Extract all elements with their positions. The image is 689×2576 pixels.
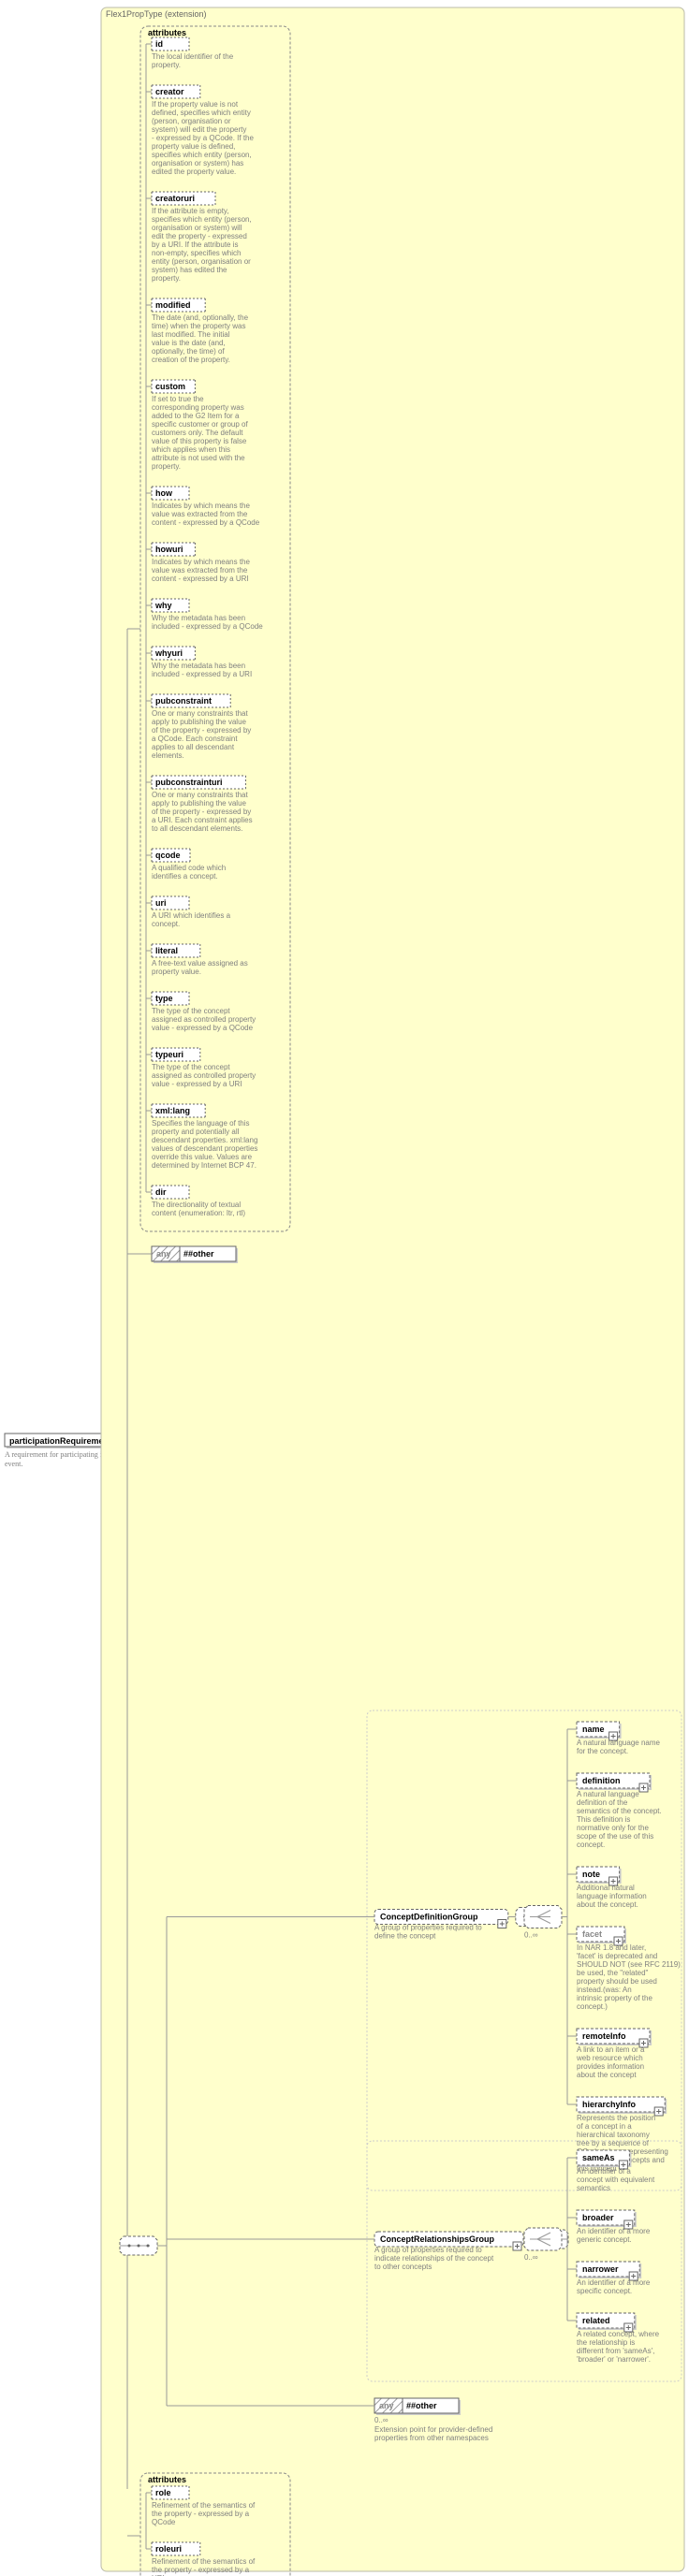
svg-text:typeuri: typeuri <box>155 1050 183 1059</box>
svg-text:participationRequirement: participationRequirement <box>9 1436 111 1446</box>
svg-text:uri: uri <box>155 898 167 908</box>
svg-text:any: any <box>379 2401 394 2410</box>
svg-text:pubconstraint: pubconstraint <box>155 696 212 706</box>
svg-text:definition: definition <box>582 1776 621 1785</box>
svg-text:ConceptRelationshipsGroup: ConceptRelationshipsGroup <box>380 2234 495 2244</box>
svg-text:Indicates by which means theva: Indicates by which means thevalue was ex… <box>152 558 250 583</box>
svg-text:##other: ##other <box>406 2401 437 2410</box>
svg-text:type: type <box>155 994 173 1003</box>
svg-text:modified: modified <box>155 300 191 310</box>
attributes-label: attributes <box>148 28 186 37</box>
svg-text:literal: literal <box>155 946 178 955</box>
svg-text:id: id <box>155 39 163 49</box>
svg-text:creator: creator <box>155 87 184 96</box>
svg-text:The directionality of textualc: The directionality of textualcontent (en… <box>152 1201 245 1217</box>
svg-text:Extension point for provider-d: Extension point for provider-definedprop… <box>374 2425 492 2442</box>
svg-text:Specifies the language of this: Specifies the language of thisproperty a… <box>152 1119 257 1170</box>
svg-text:attributes: attributes <box>148 2475 186 2484</box>
svg-text:narrower: narrower <box>582 2264 619 2274</box>
svg-text:role: role <box>155 2488 171 2497</box>
svg-text:xml:lang: xml:lang <box>155 1106 190 1115</box>
svg-text:If the property value is notde: If the property value is notdefined, spe… <box>152 100 254 176</box>
svg-text:hierarchyInfo: hierarchyInfo <box>582 2100 637 2109</box>
svg-text:note: note <box>582 1870 600 1879</box>
svg-text:##other: ##other <box>183 1249 214 1259</box>
svg-text:why: why <box>154 601 172 610</box>
svg-text:broader: broader <box>582 2213 614 2222</box>
svg-text:If set to true thecorrespondin: If set to true thecorresponding property… <box>151 395 248 471</box>
svg-text:any: any <box>156 1249 171 1259</box>
svg-text:Indicates by which means theva: Indicates by which means thevalue was ex… <box>152 502 260 527</box>
svg-text:qcode: qcode <box>155 851 181 860</box>
svg-text:Why the metadata has beeninclu: Why the metadata has beenincluded - expr… <box>152 662 252 678</box>
svg-text:A related concept, wherethe re: A related concept, wherethe relationship… <box>577 2330 660 2364</box>
svg-text:Refinement of the semantics of: Refinement of the semantics ofthe proper… <box>152 2557 256 2576</box>
svg-text:related: related <box>582 2316 610 2325</box>
svg-text:A link to an item or aweb reso: A link to an item or aweb resource which… <box>576 2045 645 2079</box>
svg-text:A qualified code whichidentifi: A qualified code whichidentifies a conce… <box>152 864 226 880</box>
svg-text:how: how <box>155 488 173 498</box>
svg-text:remoteInfo: remoteInfo <box>582 2031 626 2041</box>
svg-text:0..∞: 0..∞ <box>524 1931 538 1940</box>
svg-text:0..∞: 0..∞ <box>524 2253 538 2262</box>
svg-text:dir: dir <box>155 1187 167 1197</box>
svg-text:whyuri: whyuri <box>154 648 183 658</box>
extension-title: Flex1PropType (extension) <box>106 9 207 19</box>
svg-text:facet: facet <box>582 1929 602 1939</box>
svg-text:roleuri: roleuri <box>155 2544 182 2554</box>
svg-text:name: name <box>582 1725 605 1734</box>
svg-text:sameAs: sameAs <box>582 2153 615 2162</box>
svg-text:ConceptDefinitionGroup: ConceptDefinitionGroup <box>380 1913 478 1922</box>
svg-text:creatoruri: creatoruri <box>155 194 195 203</box>
svg-text:pubconstrainturi: pubconstrainturi <box>155 778 223 787</box>
svg-text:howuri: howuri <box>155 545 183 554</box>
schema-diagram: participationRequirement A requirement f… <box>0 0 689 2576</box>
svg-text:One or many constraints thatap: One or many constraints thatapply to pub… <box>152 791 253 833</box>
svg-text:0..∞: 0..∞ <box>374 2416 388 2424</box>
svg-text:custom: custom <box>155 382 185 391</box>
